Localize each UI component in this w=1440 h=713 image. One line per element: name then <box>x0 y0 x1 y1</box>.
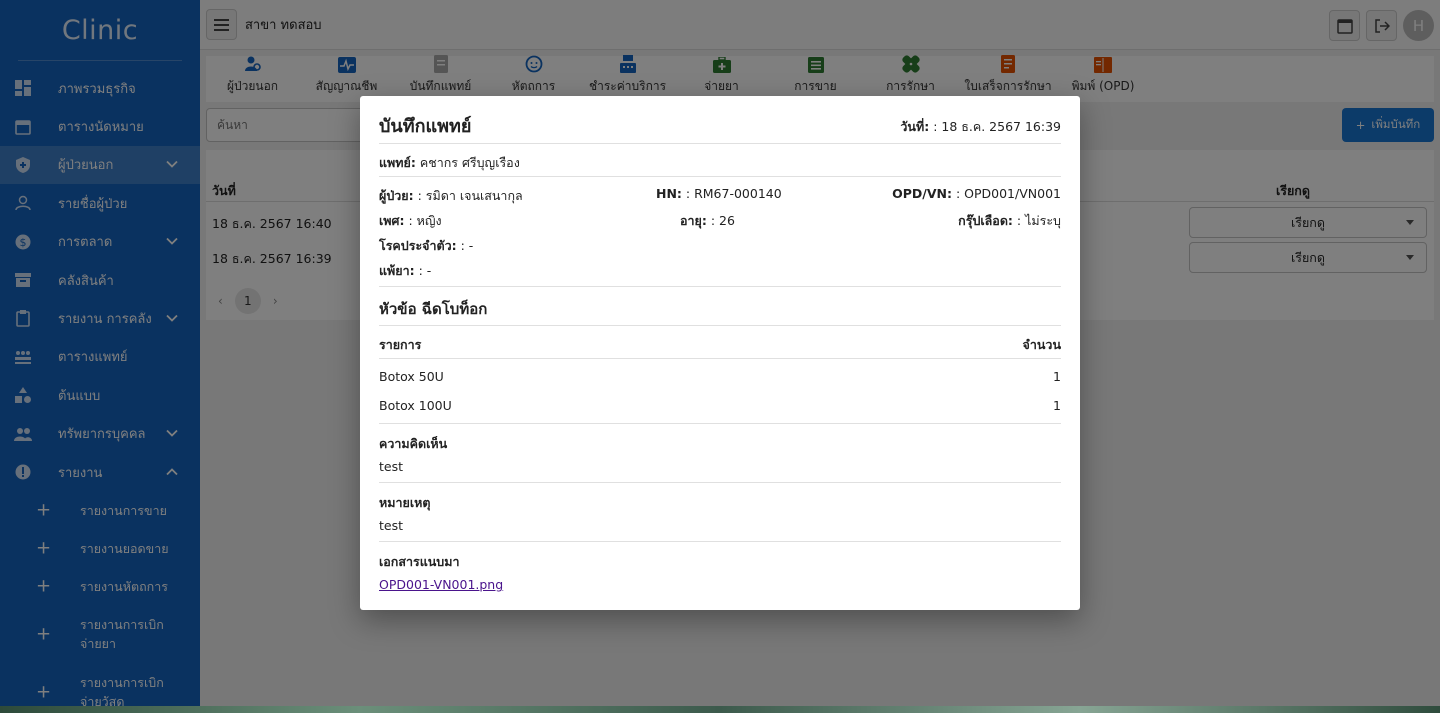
attachment-label: เอกสารแนบมา <box>379 554 460 569</box>
qty-column-header: จำนวน <box>1022 337 1061 352</box>
dialog-date: วันที่: : 18 ธ.ค. 2567 16:39 <box>900 117 1061 137</box>
disease-value: : - <box>460 238 474 253</box>
comment-value: test <box>379 459 404 474</box>
age-label: อายุ: <box>680 213 707 228</box>
allergy-label: แพ้ยา: <box>379 263 415 278</box>
topic-heading: หัวข้อ ฉีดโบท็อก <box>379 287 1061 326</box>
doctor-label: แพทย์: <box>379 155 416 170</box>
items-header: รายการ จำนวน <box>379 326 1061 359</box>
allergy-value: : - <box>418 263 432 278</box>
dialog-header: บันทึกแพทย์ วันที่: : 18 ธ.ค. 2567 16:39 <box>379 96 1061 144</box>
blood-label: กรุ๊ปเลือด: <box>958 213 1013 228</box>
comment-label: ความคิดเห็น <box>379 436 448 451</box>
comment-section: ความคิดเห็น test <box>379 424 1061 483</box>
list-item: Botox 100U 1 <box>379 388 1061 417</box>
list-divider <box>379 417 1061 424</box>
doctor-value: คชากร ศรีบุญเรือง <box>419 155 520 170</box>
attachment-link[interactable]: OPD001-VN001.png <box>379 577 503 592</box>
sex-label: เพศ: <box>379 213 405 228</box>
dialog-title: บันทึกแพทย์ <box>379 116 472 137</box>
doctor-note-dialog: บันทึกแพทย์ วันที่: : 18 ธ.ค. 2567 16:39… <box>360 96 1080 610</box>
note-label: หมายเหตุ <box>379 495 431 510</box>
patient-value: : รมิดา เจนเสนากุล <box>417 188 523 203</box>
opd-label: OPD/VN: <box>892 186 952 201</box>
item-name: Botox 100U <box>379 398 452 413</box>
list-item: Botox 50U 1 <box>379 359 1061 388</box>
patient-info: ผู้ป่วย: : รมิดา เจนเสนากุล HN: : RM67-0… <box>379 177 1061 287</box>
sex-value: : หญิง <box>408 213 442 228</box>
item-qty: 1 <box>1053 369 1061 384</box>
age-value: : 26 <box>710 213 735 228</box>
hn-label: HN: <box>656 186 682 201</box>
date-value: : 18 ธ.ค. 2567 16:39 <box>933 119 1061 134</box>
item-column-header: รายการ <box>379 337 422 352</box>
blood-value: : ไม่ระบุ <box>1016 213 1061 228</box>
disease-label: โรคประจำตัว: <box>379 238 457 253</box>
note-section: หมายเหตุ test <box>379 483 1061 542</box>
desktop-wallpaper-strip <box>0 706 1440 713</box>
opd-value: : OPD001/VN001 <box>955 186 1061 201</box>
item-qty: 1 <box>1053 398 1061 413</box>
date-label: วันที่: <box>900 119 930 134</box>
doctor-line: แพทย์: คชากร ศรีบุญเรือง <box>379 144 1061 177</box>
patient-label: ผู้ป่วย: <box>379 188 414 203</box>
hn-value: : RM67-000140 <box>685 186 782 201</box>
item-name: Botox 50U <box>379 369 444 384</box>
attachment-section: เอกสารแนบมา OPD001-VN001.png <box>379 542 1061 601</box>
note-value: test <box>379 518 404 533</box>
